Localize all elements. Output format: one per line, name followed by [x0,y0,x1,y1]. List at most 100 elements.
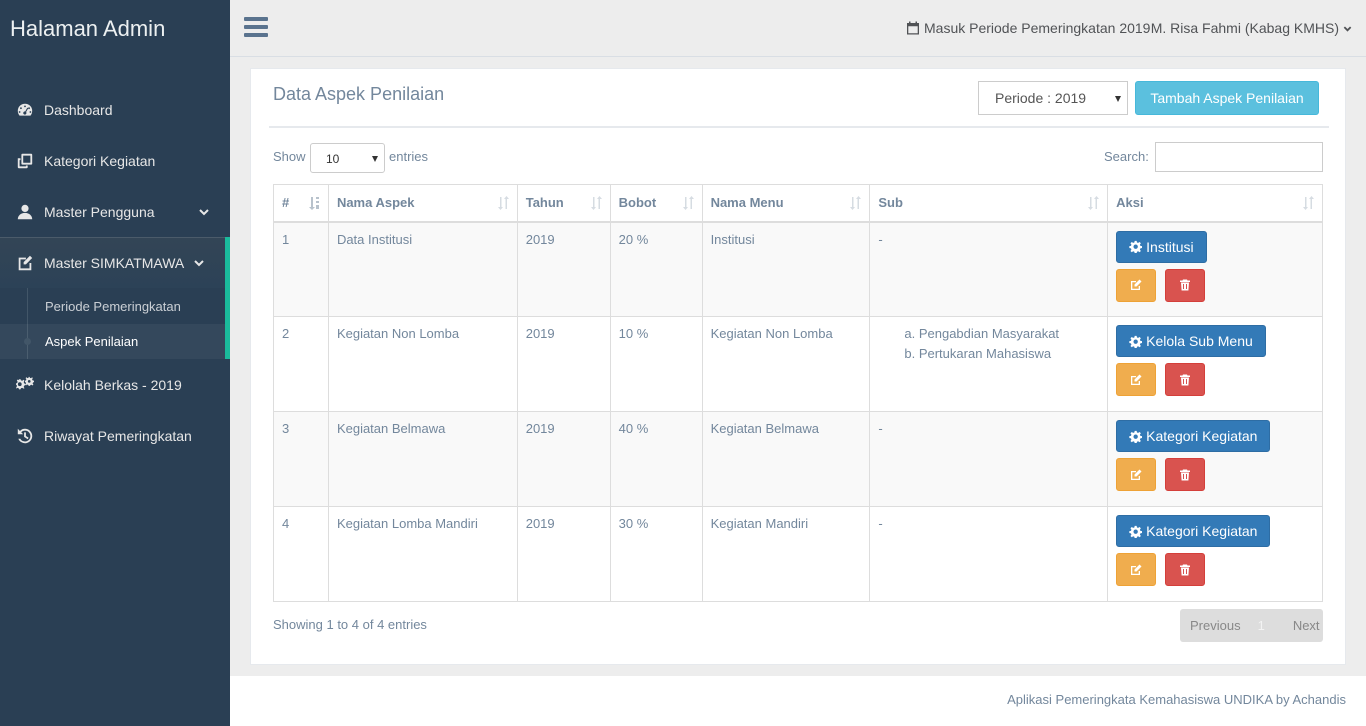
cell-sub: - [869,221,1109,317]
edit-icon [14,254,36,272]
sidebar-item-master-simkatmawa[interactable]: Master SIMKATMAWA [0,237,230,288]
edit-button[interactable] [1116,458,1157,491]
submenu-simkatmawa: Periode Pemeringkatan Aspek Penilaian [0,288,230,359]
institusi-button[interactable]: Institusi [1116,230,1207,263]
brand-title[interactable]: Halaman Admin [0,0,230,57]
sidebar-item-riwayat-pemeringkatan[interactable]: Riwayat Pemeringkatan [0,410,230,461]
history-icon [14,427,36,445]
periode-select-value: Periode : 2019 [995,90,1087,106]
cell-no: 3 [273,411,329,507]
button-label: Institusi [1146,238,1194,255]
column-header-nama-aspek[interactable]: Nama Aspek [327,184,518,223]
delete-button[interactable] [1165,553,1206,586]
dashboard-icon [14,101,36,119]
cell-nama-aspek: Kegiatan Belmawa [327,411,518,507]
column-header-aksi[interactable]: Aksi [1107,184,1323,223]
button-label: Kategori Kegiatan [1146,523,1258,539]
sidebar-item-label: Kelolah Berkas - 2019 [44,376,182,393]
cell-sub: - [869,506,1109,602]
table-info: Showing 1 to 4 of 4 entries [273,617,427,632]
sort-icon [682,196,694,210]
submenu-item-aspek-penilaian[interactable]: Aspek Penilaian [0,324,225,359]
button-label: Kategori Kegiatan [1146,428,1258,444]
row-actions [1116,553,1314,586]
cell-bobot: 30 % [609,506,703,602]
search-label: Search: [1104,149,1149,164]
sidebar-item-master-pengguna[interactable]: Master Pengguna [0,186,230,237]
cell-nama-menu: Kegiatan Non Lomba [701,316,871,412]
pagination: Previous 1 Next [1180,609,1323,642]
cell-tahun: 2019 [516,506,611,602]
row-actions [1116,363,1314,396]
cell-bobot: 20 % [609,221,703,317]
footer-text: Aplikasi Pemeringkata Kemahasiswa UNDIKA… [1007,692,1346,707]
sort-asc-icon [308,197,319,210]
cell-tahun: 2019 [516,221,611,317]
table-row: 1 Data Institusi 2019 20 % Institusi - I… [273,221,1323,317]
column-header-nama-menu[interactable]: Nama Menu [701,184,871,223]
cell-aksi: Kategori Kegiatan [1107,506,1323,602]
cell-bobot: 40 % [609,411,703,507]
aspek-table: # Nama Aspek Tahun Bobot Nama Menu Sub A… [273,184,1323,602]
delete-button[interactable] [1165,363,1206,396]
kategori-kegiatan-button[interactable]: Kategori Kegiatan [1116,515,1271,547]
caret-down-icon [1115,96,1121,102]
sort-icon [1303,196,1314,210]
submenu-item-periode-pemeringkatan[interactable]: Periode Pemeringkatan [0,289,225,324]
user-name: M. Risa Fahmi (Kabag KMHS) [1150,20,1339,36]
gear-icon [1129,240,1143,253]
sub-list-item: a. Pengabdian Masyarakat [904,326,1060,341]
clone-icon [14,152,36,170]
sidebar-item-kategori-kegiatan[interactable]: Kategori Kegiatan [0,135,230,186]
trash-icon [1180,564,1191,575]
menu-toggle-icon[interactable] [244,17,268,39]
column-header-no[interactable]: # [273,184,329,223]
cell-nama-menu: Kegiatan Belmawa [701,411,871,507]
cell-tahun: 2019 [516,411,611,507]
trash-icon [1180,374,1191,385]
sort-icon [850,196,862,210]
previous-button[interactable]: Previous [1190,618,1241,633]
cell-no: 4 [273,506,329,602]
cell-no: 2 [273,316,329,412]
top-navbar: Masuk Periode Pemeringkatan 2019 M. Risa… [230,0,1366,57]
column-header-tahun[interactable]: Tahun [516,184,611,223]
edit-button[interactable] [1116,363,1157,396]
cell-nama-menu: Kegiatan Mandiri [701,506,871,602]
column-header-bobot[interactable]: Bobot [609,184,703,223]
sidebar-item-label: Master Pengguna [44,203,155,220]
delete-button[interactable] [1165,268,1206,302]
cell-aksi: Kelola Sub Menu [1107,316,1323,412]
sort-icon [497,196,509,210]
kelola-sub-menu-button[interactable]: Kelola Sub Menu [1116,325,1266,357]
sidebar-item-label: Riwayat Pemeringkatan [44,427,192,444]
divider [269,126,1329,128]
edit-button[interactable] [1116,268,1157,302]
next-button[interactable]: Next [1293,618,1320,633]
table-row: 2 Kegiatan Non Lomba 2019 10 % Kegiatan … [273,316,1323,412]
edit-icon [1131,374,1142,385]
periode-select[interactable]: Periode : 2019 [978,81,1128,115]
row-actions [1116,268,1314,302]
user-icon [14,203,36,221]
sidebar-item-label: Kategori Kegiatan [44,152,156,169]
edit-button[interactable] [1116,553,1157,586]
cell-nama-aspek: Kegiatan Lomba Mandiri [327,506,518,602]
cell-nama-aspek: Kegiatan Non Lomba [327,316,518,412]
delete-button[interactable] [1165,458,1206,491]
sidebar-item-dashboard[interactable]: Dashboard [0,84,230,135]
button-label: Kelola Sub Menu [1146,333,1253,349]
cell-aksi: Kategori Kegiatan [1107,411,1323,507]
sidebar-item-label: Dashboard [44,101,113,118]
edit-icon [1131,279,1142,290]
table-header-row: # Nama Aspek Tahun Bobot Nama Menu Sub A… [273,184,1323,223]
sidebar-item-kelolah-berkas[interactable]: Kelolah Berkas - 2019 [0,359,230,410]
user-menu[interactable]: M. Risa Fahmi (Kabag KMHS) [1151,20,1352,36]
add-aspek-button[interactable]: Tambah Aspek Penilaian [1135,81,1319,115]
page-1-button[interactable]: 1 [1258,618,1265,633]
search-input[interactable] [1155,142,1323,172]
entries-length-select[interactable]: 10 [310,143,385,173]
column-header-sub[interactable]: Sub [869,184,1109,223]
kategori-kegiatan-button[interactable]: Kategori Kegiatan [1116,420,1271,452]
sort-icon [590,196,602,210]
